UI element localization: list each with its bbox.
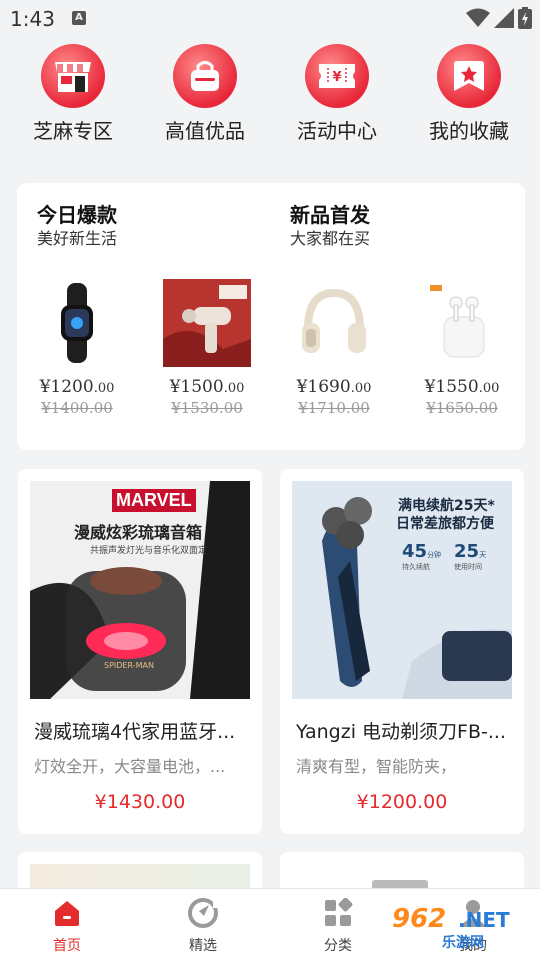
tab-label: 精选	[189, 938, 217, 954]
panel-product[interactable]: ¥1500.00 ¥1530.00	[147, 279, 267, 417]
signal-icon	[494, 8, 514, 28]
category-grid-icon	[288, 895, 388, 931]
bookmark-star-icon	[437, 44, 501, 108]
hot-today-title[interactable]: 今日爆款	[37, 199, 117, 228]
watermark-number: 962	[392, 904, 447, 934]
marvel-logo: MARVEL	[112, 489, 196, 512]
product-desc: 灯效全开，大容量电池，...	[34, 757, 226, 776]
quick-nav-item[interactable]: 我的收藏	[404, 44, 534, 144]
product-price: ¥1430.00	[94, 791, 186, 813]
quick-nav-label: 我的收藏	[429, 119, 509, 143]
battery-icon	[518, 7, 532, 29]
quick-nav-item[interactable]: 高值优品	[140, 44, 270, 144]
tab-featured[interactable]: 精选	[153, 895, 253, 955]
hot-new-panel: 今日爆款 美好新生活 新品首发 大家都在买 ¥1200.00 ¥1400.00 …	[17, 183, 525, 450]
product-price: ¥1690.00	[296, 377, 372, 397]
stat-battery: 45分钟 持久续航	[402, 541, 442, 571]
product-old-price: ¥1710.00	[298, 399, 370, 417]
smart-band-image	[33, 279, 121, 367]
headphones-image	[290, 279, 378, 367]
tab-category[interactable]: 分类	[288, 895, 388, 955]
svg-text:¥: ¥	[332, 70, 341, 85]
massage-gun-image	[163, 279, 251, 367]
product-card[interactable]: MARVEL 漫威炫彩琉璃音箱 共振声发灯光与音乐化双面定 SPIDER-MAN…	[18, 469, 262, 834]
product-desc: 清爽有型，智能防夹，	[296, 757, 457, 776]
watermark-suffix: .NET	[458, 908, 510, 932]
product-price: ¥1200.00	[39, 377, 115, 397]
quick-nav-item[interactable]: 芝麻专区	[8, 44, 138, 144]
notification-icon: A	[72, 11, 86, 25]
speaker-image: MARVEL 漫威炫彩琉璃音箱 共振声发灯光与音乐化双面定 SPIDER-MAN	[30, 481, 250, 699]
ticket-icon: ¥	[305, 44, 369, 108]
speaker-subline: 共振声发灯光与音乐化双面定	[90, 546, 208, 556]
shopping-bag-icon	[173, 44, 237, 108]
quick-nav: 芝麻专区 高值优品 ¥ 活动中心 我的收藏	[0, 44, 540, 144]
new-release-subtitle: 大家都在买	[290, 229, 371, 248]
quick-nav-item[interactable]: ¥ 活动中心	[272, 44, 402, 144]
quick-nav-label: 芝麻专区	[33, 119, 113, 143]
speaker-product-mark: SPIDER-MAN	[104, 661, 154, 670]
wifi-icon	[466, 8, 490, 27]
shaver-headline-1: 满电续航25天*	[398, 498, 495, 514]
quick-nav-label: 高值优品	[165, 119, 245, 143]
hot-today-subtitle: 美好新生活	[37, 229, 118, 248]
site-watermark: 962 .NET 乐游网	[392, 902, 534, 954]
product-old-price: ¥1530.00	[171, 399, 243, 417]
tab-home[interactable]: 首页	[17, 895, 117, 955]
watermark-text: 乐游网	[442, 935, 484, 951]
product-price: ¥1500.00	[169, 377, 245, 397]
product-old-price: ¥1400.00	[41, 399, 113, 417]
status-bar: 1:43 A	[0, 0, 540, 36]
storefront-icon	[41, 44, 105, 108]
panel-product[interactable]: ¥1690.00 ¥1710.00	[274, 279, 394, 417]
quick-nav-label: 活动中心	[297, 119, 377, 143]
shaver-image: 满电续航25天* 日常差旅都方便 45分钟 持久续航 25天 使用时间	[292, 481, 512, 699]
new-release-title[interactable]: 新品首发	[290, 199, 370, 228]
product-old-price: ¥1650.00	[426, 399, 498, 417]
shaver-headline-2: 日常差旅都方便	[396, 516, 494, 532]
compass-icon	[153, 895, 253, 931]
earbuds-image	[418, 279, 506, 367]
product-name: Yangzi 电动剃须刀FB-...	[296, 721, 506, 743]
panel-product[interactable]: ¥1550.00 ¥1650.00	[402, 279, 522, 417]
product-name: 漫威琉璃4代家用蓝牙...	[34, 721, 236, 743]
home-icon	[17, 895, 117, 931]
panel-product[interactable]: ¥1200.00 ¥1400.00	[17, 279, 137, 417]
product-price: ¥1200.00	[356, 791, 448, 813]
product-price: ¥1550.00	[424, 377, 500, 397]
tab-label: 首页	[53, 938, 81, 954]
system-icons	[466, 7, 532, 29]
tab-label: 分类	[324, 938, 352, 954]
status-time: 1:43	[10, 7, 55, 31]
speaker-headline: 漫威炫彩琉璃音箱	[74, 523, 203, 542]
product-card[interactable]: 满电续航25天* 日常差旅都方便 45分钟 持久续航 25天 使用时间 Yang…	[280, 469, 524, 834]
stat-days: 25天 使用时间	[454, 541, 487, 571]
